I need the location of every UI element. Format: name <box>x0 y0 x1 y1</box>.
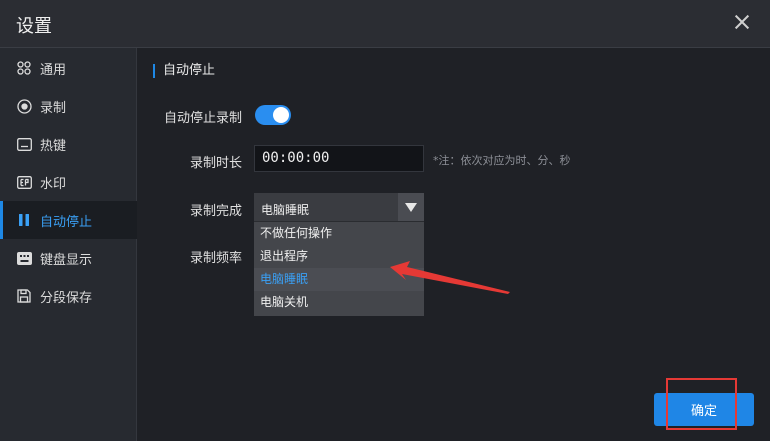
section-title: 自动停止 <box>153 63 215 79</box>
sidebar-item-general[interactable]: 通用 <box>0 49 137 87</box>
option-do-nothing[interactable]: 不做任何操作 <box>254 222 424 245</box>
sidebar-item-label: 水印 <box>40 176 67 192</box>
completion-selected-value: 电脑睡眠 <box>261 203 310 217</box>
keyboard-icon <box>16 136 32 152</box>
auto-stop-toggle[interactable] <box>255 105 291 125</box>
duration-hint: *注：依次对应为时、分、秒 <box>433 154 571 167</box>
duration-label: 录制时长 <box>190 156 243 171</box>
chevron-down-icon[interactable] <box>398 193 424 221</box>
sidebar-item-label: 通用 <box>40 62 67 78</box>
completion-label: 录制完成 <box>190 204 243 219</box>
sidebar-item-label: 分段保存 <box>40 290 93 306</box>
close-icon[interactable] <box>732 12 752 32</box>
sidebar-item-hotkeys[interactable]: 热键 <box>0 125 137 163</box>
auto-stop-icon <box>16 212 32 228</box>
sidebar-item-auto-stop[interactable]: 自动停止 <box>0 201 137 239</box>
sidebar-item-label: 热键 <box>40 138 67 154</box>
sidebar-item-segment-save[interactable]: 分段保存 <box>0 277 137 315</box>
sidebar: 通用 录制 热键 水印 自动停止 键盘显示 分段保存 <box>0 48 137 441</box>
option-computer-sleep[interactable]: 电脑睡眠 <box>254 268 424 291</box>
option-computer-shutdown[interactable]: 电脑关机 <box>254 291 424 314</box>
confirm-button[interactable]: 确定 <box>654 393 754 426</box>
sidebar-item-keyboard-display[interactable]: 键盘显示 <box>0 239 137 277</box>
duration-input[interactable]: 00:00:00 <box>254 145 424 172</box>
title-bar: 设置 <box>0 0 770 48</box>
keyboard-display-icon <box>16 250 32 266</box>
auto-stop-label: 自动停止录制 <box>164 111 243 126</box>
completion-select[interactable]: 电脑睡眠 <box>254 193 424 221</box>
completion-dropdown: 不做任何操作 退出程序 电脑睡眠 电脑关机 <box>254 221 424 316</box>
record-icon <box>16 98 32 114</box>
save-icon <box>16 288 32 304</box>
sidebar-item-watermark[interactable]: 水印 <box>0 163 137 201</box>
option-exit-program[interactable]: 退出程序 <box>254 245 424 268</box>
sidebar-item-label: 录制 <box>40 100 67 116</box>
sidebar-item-label: 自动停止 <box>40 214 93 230</box>
sidebar-item-label: 键盘显示 <box>40 252 93 268</box>
window-title: 设置 <box>16 16 52 37</box>
frequency-label: 录制频率 <box>190 251 243 266</box>
watermark-icon <box>16 174 32 190</box>
toggle-knob <box>273 107 289 123</box>
grid-icon <box>16 60 32 76</box>
sidebar-item-record[interactable]: 录制 <box>0 87 137 125</box>
